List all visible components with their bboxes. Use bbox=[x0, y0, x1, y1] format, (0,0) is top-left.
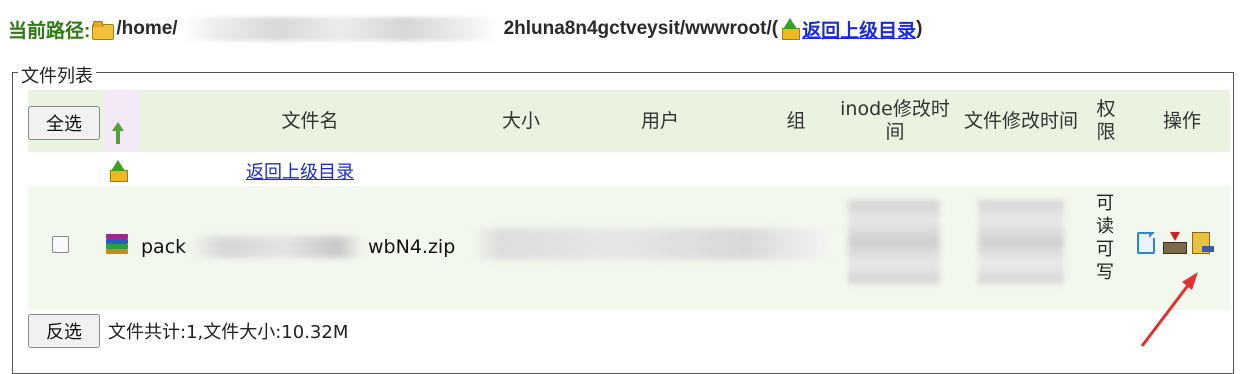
col-file-mtime[interactable]: 文件修改时间 bbox=[956, 90, 1086, 152]
redacted-inode-time bbox=[848, 200, 940, 284]
col-inode-mtime[interactable]: inode修改时间 bbox=[836, 90, 954, 152]
path-up-link[interactable]: 返回上级目录 bbox=[802, 16, 916, 43]
invert-selection-button[interactable]: 反选 bbox=[28, 314, 100, 348]
file-list-legend: 文件列表 bbox=[18, 62, 96, 88]
back-to-parent-link[interactable]: 返回上级目录 bbox=[246, 158, 354, 184]
path-label: 当前路径: bbox=[8, 20, 91, 42]
rename-icon[interactable] bbox=[1192, 232, 1214, 254]
sort-up-arrow-icon[interactable] bbox=[112, 122, 124, 144]
archive-icon bbox=[106, 234, 132, 254]
file-name-start[interactable]: pack bbox=[141, 236, 186, 258]
col-size[interactable]: 大小 bbox=[480, 90, 562, 152]
col-permissions: 权限 bbox=[1096, 98, 1116, 143]
parent-folder-icon[interactable] bbox=[779, 18, 801, 40]
folder-icon bbox=[92, 20, 115, 40]
new-file-icon[interactable] bbox=[1137, 232, 1155, 254]
col-filename[interactable]: 文件名 bbox=[140, 90, 480, 152]
redacted-size-user-group bbox=[470, 228, 835, 260]
annotation-arrow bbox=[1140, 272, 1198, 347]
select-all-button[interactable]: 全选 bbox=[28, 106, 100, 140]
redacted-filename bbox=[188, 236, 364, 258]
file-checkbox[interactable] bbox=[52, 236, 69, 253]
col-actions: 操作 bbox=[1162, 109, 1201, 132]
redacted-path bbox=[181, 17, 500, 41]
col-group[interactable]: 组 bbox=[758, 90, 834, 152]
file-permissions: 可读可写 bbox=[1096, 193, 1114, 283]
redacted-file-time bbox=[978, 200, 1064, 284]
col-user[interactable]: 用户 bbox=[562, 90, 758, 152]
file-name-end[interactable]: wbN4.zip bbox=[368, 236, 455, 258]
current-path-bar: 当前路径: /home/ 2hluna8n4gctveysit/wwwroot/… bbox=[8, 14, 922, 44]
file-summary: 文件共计:1,文件大小:10.32M bbox=[108, 322, 349, 343]
back-folder-icon[interactable] bbox=[107, 160, 129, 182]
path-prefix: /home/ bbox=[116, 18, 178, 39]
path-close: ) bbox=[916, 18, 923, 39]
path-suffix: 2hluna8n4gctveysit/wwwroot/( bbox=[503, 18, 779, 39]
download-icon[interactable] bbox=[1163, 232, 1187, 254]
